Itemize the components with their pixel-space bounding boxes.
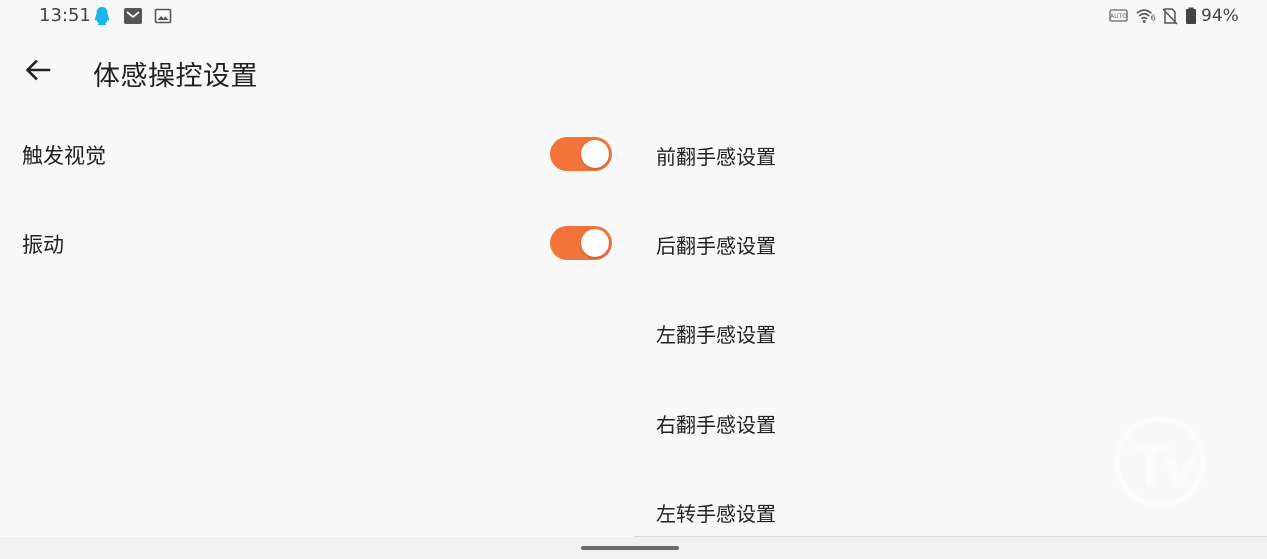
page-title: 体感操控设置 — [93, 61, 258, 92]
battery-percentage: 94% — [1201, 6, 1239, 26]
auto-brightness-icon: AUTO — [1109, 6, 1129, 26]
toggle-knob — [581, 229, 609, 257]
list-item-left-flip[interactable]: 左翻手感设置 — [656, 319, 776, 348]
status-time: 13:51 — [39, 5, 91, 26]
battery-icon — [1181, 6, 1201, 26]
wifi-6-icon: 6 — [1136, 6, 1156, 26]
setting-label-trigger-visual: 触发视觉 — [22, 144, 106, 168]
list-item-back-flip[interactable]: 后翻手感设置 — [656, 230, 776, 259]
no-sim-icon — [1160, 6, 1180, 26]
back-arrow-icon — [25, 59, 51, 81]
toggle-knob — [581, 140, 609, 168]
home-gesture-handle[interactable] — [581, 546, 679, 550]
divider — [634, 536, 1267, 537]
watermark-logo — [1112, 414, 1208, 522]
mail-icon — [123, 6, 143, 26]
list-item-right-flip[interactable]: 右翻手感设置 — [656, 409, 776, 438]
qq-icon — [92, 6, 112, 26]
svg-text:6: 6 — [1151, 13, 1156, 23]
trigger-visual-toggle[interactable] — [550, 137, 612, 171]
svg-text:AUTO: AUTO — [1110, 13, 1127, 20]
image-icon — [153, 6, 173, 26]
vibration-toggle[interactable] — [550, 226, 612, 260]
setting-label-vibration: 振动 — [22, 233, 64, 257]
list-item-front-flip[interactable]: 前翻手感设置 — [656, 141, 776, 170]
back-button[interactable] — [20, 52, 56, 88]
list-item-left-turn[interactable]: 左转手感设置 — [656, 498, 776, 527]
